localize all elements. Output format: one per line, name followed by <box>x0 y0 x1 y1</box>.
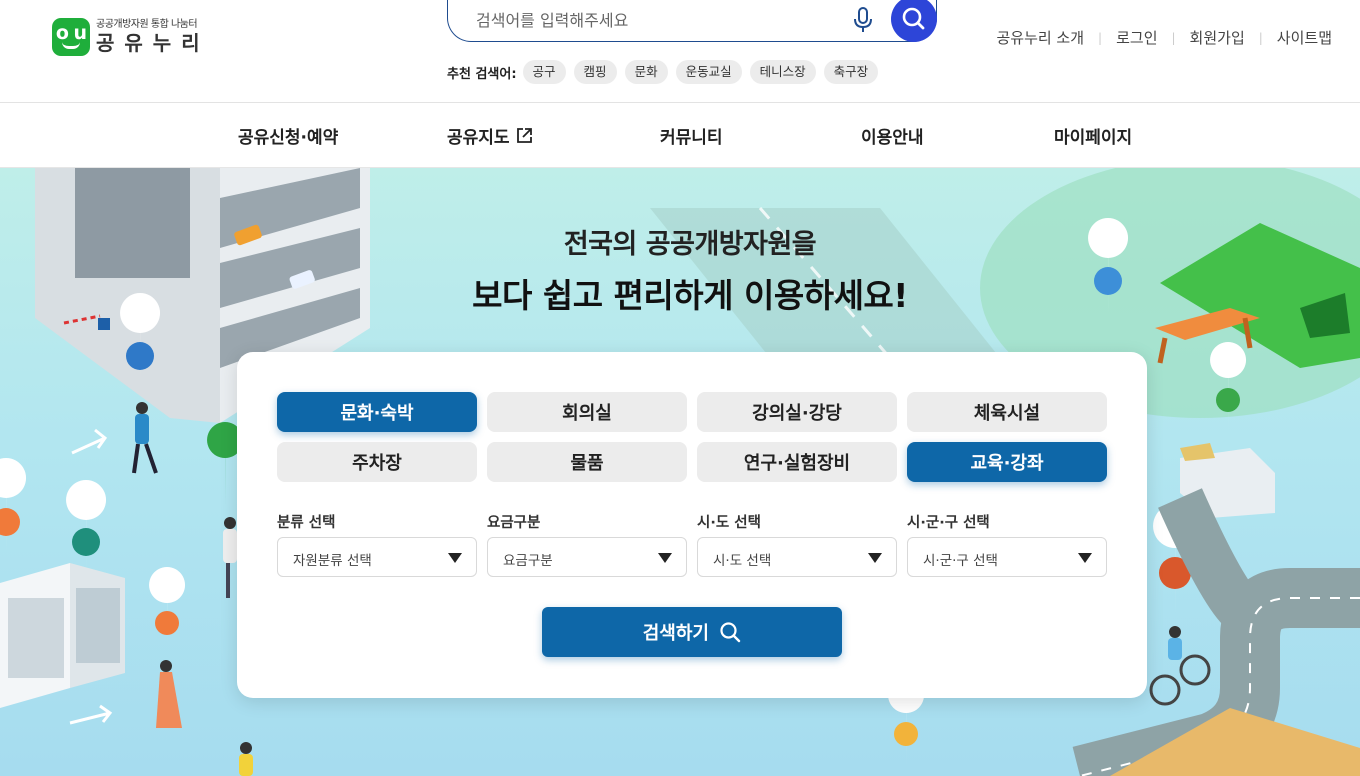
recommended-label: 추천 검색어: <box>447 66 517 82</box>
utility-nav: 공유누리 소개 | 로그인 | 회원가입 | 사이트맵 <box>996 27 1332 48</box>
nav-item-community[interactable]: 커뮤니티 <box>660 123 723 148</box>
site-logo[interactable]: o u 공공개방자원 통합 나눔터 공유누리 <box>52 18 210 56</box>
district-select[interactable]: 시·군·구 선택 <box>907 537 1107 577</box>
nav-item-mypage[interactable]: 마이페이지 <box>1054 123 1132 148</box>
search-bar <box>447 0 937 42</box>
category-select[interactable]: 자원분류 선택 <box>277 537 477 577</box>
hero-line-1: 전국의 공공개방자원을 <box>563 229 817 260</box>
keyword-chip[interactable]: 테니스장 <box>749 60 816 84</box>
map-pin-icon <box>0 458 26 560</box>
search-icon <box>902 7 925 30</box>
util-link-sitemap[interactable]: 사이트맵 <box>1277 27 1332 48</box>
logo-mark-icon: o u <box>52 18 90 56</box>
district-select-value: 시·군·구 선택 <box>923 553 998 569</box>
nav-item-map[interactable]: 공유지도 <box>447 123 533 148</box>
keyword-chip[interactable]: 축구장 <box>823 60 879 84</box>
hero-headline: 전국의 공공개방자원을 보다 쉽고 편리하게 이용하세요! <box>0 222 1360 317</box>
filter-label-district: 시·군·구 선택 <box>907 515 990 531</box>
logo-title: 공유누리 <box>96 31 210 55</box>
category-culture-lodging[interactable]: 문화·숙박 <box>277 392 477 432</box>
filter-label-province: 시·도 선택 <box>697 515 761 531</box>
caret-down-icon <box>1078 553 1092 563</box>
category-meeting-room[interactable]: 회의실 <box>487 392 687 432</box>
search-button[interactable] <box>891 0 937 42</box>
main-nav: 공유신청·예약 공유지도 커뮤니티 이용안내 마이페이지 <box>0 103 1360 168</box>
fee-select[interactable]: 요금구분 <box>487 537 687 577</box>
keyword-chip[interactable]: 운동교실 <box>675 60 742 84</box>
province-select[interactable]: 시·도 선택 <box>697 537 897 577</box>
filter-label-fee: 요금구분 <box>487 515 541 531</box>
province-select-value: 시·도 선택 <box>713 553 772 569</box>
fee-select-value: 요금구분 <box>503 553 553 569</box>
nav-item-guide[interactable]: 이용안내 <box>861 123 924 148</box>
category-goods[interactable]: 물품 <box>487 442 687 482</box>
person-illustration <box>223 517 237 598</box>
site-header: o u 공공개방자원 통합 나눔터 공유누리 추천 검색어: 공구 캠핑 문화 … <box>0 0 1360 103</box>
category-research-equipment[interactable]: 연구·실험장비 <box>697 442 897 482</box>
person-illustration <box>156 660 182 728</box>
keyword-chip[interactable]: 캠핑 <box>573 60 617 84</box>
search-submit-button[interactable]: 검색하기 <box>542 607 842 657</box>
logo-subtitle: 공공개방자원 통합 나눔터 <box>96 19 198 30</box>
keyword-chip[interactable]: 공구 <box>522 60 566 84</box>
util-link-signup[interactable]: 회원가입 <box>1190 27 1245 48</box>
hero-section: 전국의 공공개방자원을 보다 쉽고 편리하게 이용하세요! 문화·숙박 회의실 … <box>0 168 1360 776</box>
category-select-value: 자원분류 선택 <box>293 553 372 569</box>
filter-label-category: 분류 선택 <box>277 515 336 531</box>
nav-item-map-label: 공유지도 <box>447 128 510 148</box>
category-lecture-hall[interactable]: 강의실·강당 <box>697 392 897 432</box>
map-pin-icon <box>149 567 186 648</box>
office-buildings-illustration <box>0 563 125 708</box>
recommended-keywords: 추천 검색어: 공구 캠핑 문화 운동교실 테니스장 축구장 <box>447 60 886 84</box>
nav-item-apply[interactable]: 공유신청·예약 <box>238 123 338 148</box>
person-illustration <box>132 402 158 474</box>
category-parking[interactable]: 주차장 <box>277 442 477 482</box>
util-link-about[interactable]: 공유누리 소개 <box>996 27 1084 48</box>
microphone-icon[interactable] <box>852 6 874 34</box>
category-sports-facility[interactable]: 체육시설 <box>907 392 1107 432</box>
cyclist-illustration <box>1149 626 1211 706</box>
caret-down-icon <box>448 553 462 563</box>
keyword-chip[interactable]: 문화 <box>624 60 668 84</box>
caret-down-icon <box>658 553 672 563</box>
search-icon <box>720 622 741 643</box>
category-education[interactable]: 교육·강좌 <box>907 442 1107 482</box>
hero-line-2: 보다 쉽고 편리하게 이용하세요! <box>472 276 908 315</box>
resource-search-card: 문화·숙박 회의실 강의실·강당 체육시설 주차장 물품 연구·실험장비 교육·… <box>237 352 1147 698</box>
util-link-login[interactable]: 로그인 <box>1116 27 1157 48</box>
search-input[interactable] <box>476 4 836 36</box>
external-link-icon <box>516 128 532 143</box>
caret-down-icon <box>868 553 882 563</box>
map-pin-icon <box>66 480 107 578</box>
search-submit-label: 검색하기 <box>642 623 709 644</box>
person-illustration <box>239 742 253 776</box>
